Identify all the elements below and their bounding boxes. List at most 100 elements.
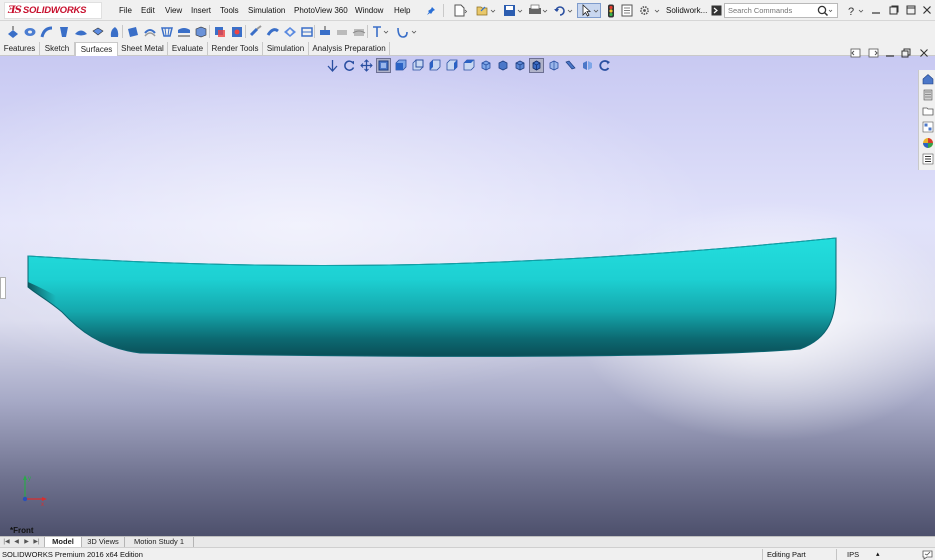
delete-hole-icon[interactable] [229,24,244,39]
doc-minimize-icon[interactable] [885,48,895,60]
view-front-icon[interactable] [393,58,408,73]
ruled-surface-icon[interactable] [159,24,174,39]
tab-surfaces[interactable]: Surfaces [75,42,118,56]
shaded-with-edges-icon[interactable] [529,58,544,73]
task-pane-tabs [918,70,935,170]
previous-view-icon[interactable] [359,58,374,73]
product-edition-text: SOLIDWORKS Premium 2016 x64 Edition [2,550,143,559]
tile-window-icon[interactable] [905,4,917,16]
view-bottom-icon[interactable] [478,58,493,73]
view-top-icon[interactable] [461,58,476,73]
menu-file[interactable]: File [119,6,132,15]
search-icon[interactable] [817,5,833,19]
new-document-icon[interactable] [451,3,469,18]
hull-model[interactable] [0,56,935,536]
tab-sheet-metal[interactable]: Sheet Metal [118,42,168,56]
tab-evaluate[interactable]: Evaluate [168,42,208,56]
restore-window-icon[interactable] [888,4,900,16]
replace-face-icon[interactable] [212,24,227,39]
pin-icon[interactable] [424,3,438,18]
prev-tab-arrow-icon[interactable]: ◀ [12,538,21,547]
next-tab-arrow-icon[interactable]: ▶ [22,538,31,547]
planar-surface-icon[interactable] [125,24,140,39]
tab-sketch[interactable]: Sketch [40,42,75,56]
knit-surface-icon[interactable] [299,24,314,39]
thicken-icon[interactable] [317,24,332,39]
last-tab-arrow-icon[interactable]: ▶| [32,538,41,547]
print-icon[interactable] [527,3,549,18]
section-view-icon[interactable] [376,58,391,73]
thickened-cut-icon[interactable] [334,24,349,39]
menu-simulation[interactable]: Simulation [248,6,285,15]
menu-view[interactable]: View [165,6,182,15]
edit-appearance-icon[interactable] [563,58,578,73]
revolved-surface-icon[interactable] [22,24,37,39]
reference-geometry-icon[interactable] [395,24,419,39]
boundary-surface-icon[interactable] [73,24,88,39]
menu-window[interactable]: Window [355,6,383,15]
tab-analysis-preparation[interactable]: Analysis Preparation [309,42,390,56]
display-style-icon[interactable] [512,58,527,73]
surface-flatten-icon[interactable] [176,24,191,39]
tab-features[interactable]: Features [0,42,40,56]
select-icon[interactable] [577,3,601,18]
tile-vertical-icon[interactable] [868,48,879,60]
tab-simulation[interactable]: Simulation [263,42,309,56]
view-palette-icon[interactable] [921,120,934,133]
view-left-icon[interactable] [427,58,442,73]
extruded-surface-icon[interactable] [5,24,20,39]
solidworks-resources-icon[interactable] [921,72,934,85]
design-library-icon[interactable] [921,88,934,101]
menu-photoview[interactable]: PhotoView 360 [294,6,348,15]
doc-close-icon[interactable] [919,48,929,60]
appearances-icon[interactable] [921,136,934,149]
tile-horizontal-icon[interactable] [850,48,861,60]
close-window-icon[interactable] [921,4,933,16]
menu-tools[interactable]: Tools [220,6,239,15]
unit-system-arrow-icon[interactable]: ▴ [876,550,880,558]
zoom-area-icon[interactable] [342,58,357,73]
curves-icon[interactable] [371,24,391,39]
filled-surface-icon[interactable] [90,24,105,39]
delete-face-icon[interactable] [193,24,208,39]
view-back-icon[interactable] [410,58,425,73]
trim-surface-icon[interactable] [265,24,280,39]
menu-edit[interactable]: Edit [141,6,155,15]
apply-scene-icon[interactable] [580,58,595,73]
zoom-to-fit-icon[interactable] [325,58,340,73]
solidworks-logo[interactable]: ƎS SOLIDWORKS [4,2,102,19]
freeform-icon[interactable] [107,24,122,39]
hide-show-icon[interactable] [546,58,561,73]
help-icon[interactable]: ? [844,3,866,18]
file-explorer-icon[interactable] [921,104,934,117]
open-icon[interactable] [475,3,497,18]
search-commands-field[interactable] [724,3,838,18]
custom-properties-icon[interactable] [921,152,934,165]
offset-surface-icon[interactable] [142,24,157,39]
swept-surface-icon[interactable] [39,24,54,39]
search-input[interactable] [725,4,817,17]
file-properties-icon[interactable] [620,3,634,18]
extend-surface-icon[interactable] [248,24,263,39]
view-isometric-icon[interactable] [495,58,510,73]
graphics-area[interactable]: y x *Front [0,48,935,536]
quick-tips-icon[interactable] [922,549,933,560]
save-icon[interactable] [502,3,524,18]
unit-system-label[interactable]: IPS [847,550,859,559]
feature-manager-expand-handle[interactable] [0,277,6,299]
doc-restore-icon[interactable] [901,48,911,60]
options-icon[interactable] [637,3,661,18]
menu-help[interactable]: Help [394,6,410,15]
undo-icon[interactable] [552,3,574,18]
first-tab-arrow-icon[interactable]: |◀ [2,538,11,547]
view-right-icon[interactable] [444,58,459,73]
command-search-icon[interactable] [710,3,722,18]
tab-render-tools[interactable]: Render Tools [208,42,263,56]
untrim-surface-icon[interactable] [282,24,297,39]
cut-with-surface-icon[interactable] [351,24,366,39]
menu-insert[interactable]: Insert [191,6,211,15]
view-settings-icon[interactable] [597,58,612,73]
rebuild-icon[interactable] [604,3,618,18]
minimize-window-icon[interactable] [870,4,882,16]
lofted-surface-icon[interactable] [56,24,71,39]
